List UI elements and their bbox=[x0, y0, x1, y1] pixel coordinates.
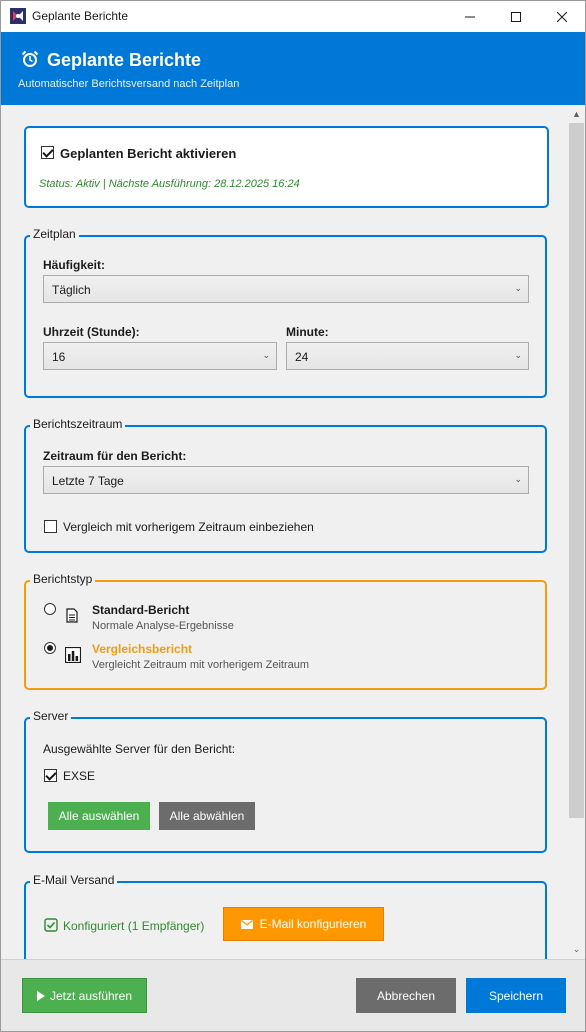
activation-card: Geplanten Bericht aktivieren Status: Akt… bbox=[24, 126, 549, 208]
frequency-value: Täglich bbox=[52, 283, 91, 297]
vertical-scrollbar[interactable]: ▲ ⌄ bbox=[568, 105, 585, 959]
title-bar: Geplante Berichte bbox=[1, 1, 585, 32]
page-subtitle: Automatischer Berichtsversand nach Zeitp… bbox=[18, 78, 240, 90]
chevron-down-icon: ⌄ bbox=[514, 350, 522, 360]
page-header: Geplante Berichte Automatischer Berichts… bbox=[1, 32, 585, 105]
frequency-select[interactable]: Täglich ⌄ bbox=[43, 275, 529, 303]
standard-report-title: Standard-Bericht bbox=[92, 603, 190, 617]
compare-label: Vergleich mit vorherigem Zeitraum einbez… bbox=[63, 520, 314, 534]
scroll-thumb[interactable] bbox=[569, 123, 584, 818]
activate-label: Geplanten Bericht aktivieren bbox=[60, 146, 237, 161]
configure-email-label: E-Mail konfigurieren bbox=[259, 917, 367, 931]
minute-value: 24 bbox=[295, 350, 309, 364]
close-button[interactable] bbox=[539, 1, 585, 32]
status-text: Status: Aktiv | Nächste Ausführung: 28.1… bbox=[39, 178, 300, 190]
email-configured-text: Konfiguriert (1 Empfänger) bbox=[63, 919, 205, 933]
frequency-label: Häufigkeit: bbox=[43, 258, 106, 272]
email-group: E-Mail Versand Konfiguriert (1 Empfänger… bbox=[24, 873, 547, 959]
standard-report-desc: Normale Analyse-Ergebnisse bbox=[92, 620, 234, 632]
email-legend: E-Mail Versand bbox=[30, 873, 118, 887]
hour-select[interactable]: 16 ⌄ bbox=[43, 342, 277, 370]
scroll-up-icon[interactable]: ▲ bbox=[568, 106, 585, 122]
server-name: EXSE bbox=[63, 769, 96, 783]
server-group: Server Ausgewählte Server für den Berich… bbox=[24, 709, 547, 853]
period-group: Berichtszeitraum Zeitraum für den Berich… bbox=[24, 417, 547, 553]
dialog-window: Geplante Berichte Geplante Berichte Auto… bbox=[0, 0, 586, 1032]
bar-chart-icon bbox=[65, 647, 81, 663]
maximize-icon bbox=[511, 11, 521, 22]
cancel-button[interactable]: Abbrechen bbox=[356, 978, 456, 1013]
activate-checkbox[interactable] bbox=[41, 146, 54, 159]
minimize-button[interactable] bbox=[447, 1, 493, 32]
check-box-icon bbox=[44, 918, 58, 932]
chevron-down-icon: ⌄ bbox=[514, 283, 522, 293]
comparison-report-title: Vergleichsbericht bbox=[92, 642, 193, 656]
app-icon bbox=[10, 8, 26, 24]
schedule-legend: Zeitplan bbox=[30, 227, 79, 241]
comparison-report-radio[interactable] bbox=[44, 642, 56, 654]
run-now-button[interactable]: Jetzt ausführen bbox=[22, 978, 147, 1013]
chevron-down-icon: ⌄ bbox=[262, 350, 270, 360]
alarm-clock-icon bbox=[21, 50, 39, 67]
range-value: Letzte 7 Tage bbox=[52, 474, 124, 488]
hour-value: 16 bbox=[52, 350, 66, 364]
minute-select[interactable]: 24 ⌄ bbox=[286, 342, 529, 370]
server-label: Ausgewählte Server für den Bericht: bbox=[43, 742, 236, 756]
server-legend: Server bbox=[30, 709, 72, 723]
report-type-group: Berichtstyp Standard-Bericht Normale Ana… bbox=[24, 572, 547, 690]
run-now-label: Jetzt ausführen bbox=[49, 988, 133, 1003]
period-legend: Berichtszeitraum bbox=[30, 417, 126, 431]
hour-label: Uhrzeit (Stunde): bbox=[43, 325, 140, 339]
minute-label: Minute: bbox=[286, 325, 329, 339]
close-icon bbox=[557, 11, 567, 22]
window-title: Geplante Berichte bbox=[32, 9, 129, 23]
comparison-report-desc: Vergleicht Zeitraum mit vorherigem Zeitr… bbox=[92, 659, 310, 671]
standard-report-radio[interactable] bbox=[44, 603, 56, 615]
minimize-icon bbox=[465, 16, 475, 17]
footer-bar: Jetzt ausführen Abbrechen Speichern bbox=[1, 959, 585, 1031]
page-title: Geplante Berichte bbox=[47, 50, 202, 70]
select-all-button[interactable]: Alle auswählen bbox=[48, 802, 150, 830]
scroll-down-icon[interactable]: ⌄ bbox=[568, 941, 585, 957]
document-icon bbox=[66, 608, 78, 623]
play-icon bbox=[36, 990, 45, 1001]
compare-checkbox[interactable] bbox=[44, 520, 57, 533]
server-checkbox-exse[interactable] bbox=[44, 769, 57, 782]
scroll-content: Geplanten Bericht aktivieren Status: Akt… bbox=[1, 105, 585, 959]
schedule-group: Zeitplan Häufigkeit: Täglich ⌄ Uhrzeit (… bbox=[24, 227, 547, 398]
range-select[interactable]: Letzte 7 Tage ⌄ bbox=[43, 466, 529, 494]
chevron-down-icon: ⌄ bbox=[514, 474, 522, 484]
save-button[interactable]: Speichern bbox=[466, 978, 566, 1013]
configure-email-button[interactable]: E-Mail konfigurieren bbox=[223, 907, 384, 941]
range-label: Zeitraum für den Bericht: bbox=[43, 449, 187, 463]
maximize-button[interactable] bbox=[493, 1, 539, 32]
envelope-icon bbox=[240, 919, 253, 929]
deselect-all-button[interactable]: Alle abwählen bbox=[159, 802, 255, 830]
report-type-legend: Berichtstyp bbox=[30, 572, 96, 586]
